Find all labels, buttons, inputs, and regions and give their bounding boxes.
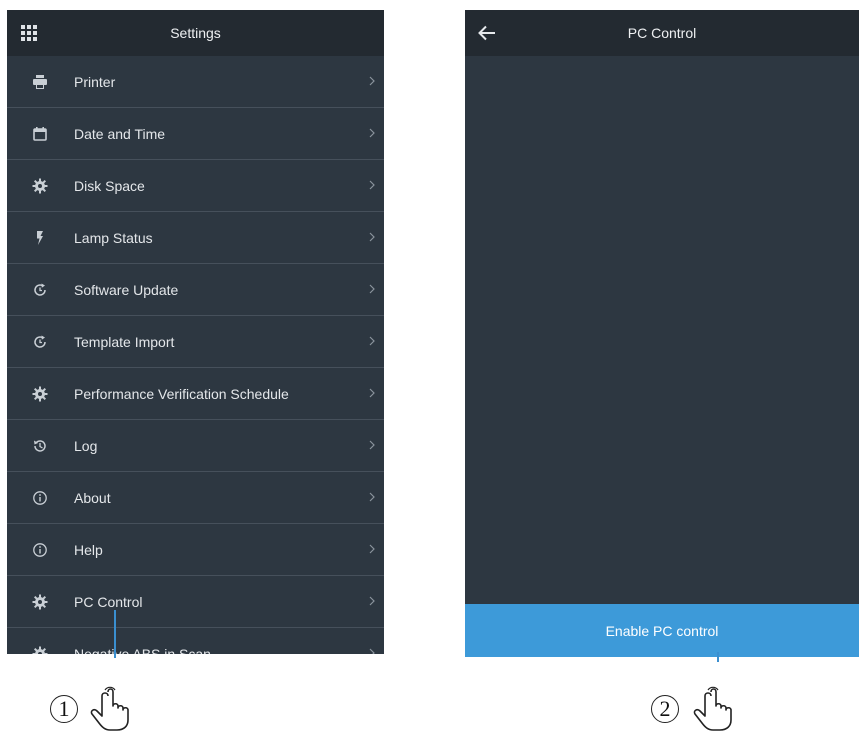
settings-screen: Settings Printer Date and Time Disk Spac…	[7, 10, 384, 654]
chevron-right-icon	[369, 596, 375, 606]
tap-hand-icon	[90, 686, 129, 731]
menu-item-log[interactable]: Log	[7, 420, 384, 472]
history-icon	[32, 438, 48, 454]
chevron-right-icon	[369, 284, 375, 294]
menu-item-performance-verification[interactable]: Performance Verification Schedule	[7, 368, 384, 420]
calendar-icon	[32, 126, 48, 142]
settings-title-bar: Settings	[7, 10, 384, 56]
menu-item-pc-control[interactable]: PC Control	[7, 576, 384, 628]
gear-icon	[32, 178, 48, 194]
menu-item-software-update[interactable]: Software Update	[7, 264, 384, 316]
gear-icon	[32, 594, 48, 610]
menu-item-label: Printer	[74, 73, 116, 90]
refresh-icon	[32, 334, 48, 350]
menu-item-label: Disk Space	[74, 177, 145, 194]
tap-hand-icon	[693, 686, 732, 731]
menu-item-negative-abs[interactable]: Negative ABS in Scan	[7, 628, 384, 654]
chevron-right-icon	[369, 180, 375, 190]
chevron-right-icon	[369, 336, 375, 346]
menu-item-label: Template Import	[74, 333, 175, 350]
menu-item-label: PC Control	[74, 593, 143, 610]
refresh-icon	[32, 282, 48, 298]
callout-line-1	[114, 610, 116, 658]
chevron-right-icon	[369, 388, 375, 398]
menu-item-help[interactable]: Help	[7, 524, 384, 576]
chevron-right-icon	[369, 232, 375, 242]
menu-item-label: Negative ABS in Scan	[74, 645, 211, 655]
menu-item-label: Help	[74, 541, 103, 558]
chevron-right-icon	[369, 648, 375, 654]
menu-item-about[interactable]: About	[7, 472, 384, 524]
info-icon	[32, 490, 48, 506]
enable-pc-control-button[interactable]: Enable PC control	[465, 604, 859, 657]
menu-item-date-time[interactable]: Date and Time	[7, 108, 384, 160]
printer-icon	[32, 74, 48, 90]
chevron-right-icon	[369, 440, 375, 450]
step-number-1: 1	[50, 695, 78, 723]
gear-icon	[32, 386, 48, 402]
chevron-right-icon	[369, 128, 375, 138]
menu-item-label: Lamp Status	[74, 229, 153, 246]
chevron-right-icon	[369, 492, 375, 502]
settings-menu: Printer Date and Time Disk Space Lamp St…	[7, 56, 384, 654]
menu-item-label: About	[74, 489, 111, 506]
chevron-right-icon	[369, 76, 375, 86]
menu-item-printer[interactable]: Printer	[7, 56, 384, 108]
pc-control-screen: PC Control Enable PC control	[465, 10, 859, 657]
menu-item-label: Date and Time	[74, 125, 166, 142]
step-number-2: 2	[651, 695, 679, 723]
chevron-right-icon	[369, 544, 375, 554]
callout-line-2	[717, 652, 719, 662]
back-arrow-icon[interactable]	[477, 23, 497, 43]
menu-item-disk-space[interactable]: Disk Space	[7, 160, 384, 212]
menu-item-label: Performance Verification Schedule	[74, 385, 289, 402]
gear-icon	[32, 646, 48, 654]
menu-item-label: Log	[74, 437, 98, 454]
settings-title: Settings	[170, 25, 221, 41]
grid-icon[interactable]	[21, 25, 37, 41]
menu-item-label: Software Update	[74, 281, 179, 298]
pc-control-title-bar: PC Control	[465, 10, 859, 56]
pc-control-title: PC Control	[627, 25, 697, 41]
menu-item-template-import[interactable]: Template Import	[7, 316, 384, 368]
info-icon	[32, 542, 48, 558]
menu-item-lamp-status[interactable]: Lamp Status	[7, 212, 384, 264]
bolt-icon	[32, 230, 48, 246]
